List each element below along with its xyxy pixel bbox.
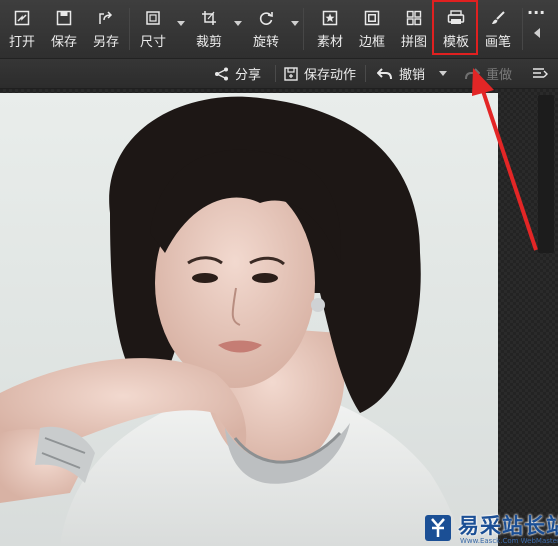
- brush-icon: [490, 9, 506, 27]
- rotate-label: 旋转: [252, 35, 279, 50]
- share-label: 分享: [235, 68, 262, 83]
- undo-label: 撤销: [399, 68, 426, 83]
- collage-button[interactable]: 拼图: [392, 0, 436, 58]
- watermark: 易采站长站 Www.Easck.Com WebMaster: [420, 510, 558, 546]
- rotate-icon: [258, 9, 274, 27]
- crop-dropdown-arrow[interactable]: [234, 21, 242, 26]
- star-icon: [322, 9, 338, 27]
- size-label: 尺寸: [139, 35, 166, 50]
- save-action-icon: [284, 66, 298, 81]
- watermark-subtext: Www.Easck.Com WebMaster: [460, 537, 558, 545]
- action-divider: [275, 65, 276, 82]
- save-as-button[interactable]: 另存: [84, 0, 128, 58]
- main-toolbar: 打开 保存 另存 尺寸 裁剪 旋转 素材 边框 拼图 模板 画笔 ···: [0, 0, 558, 59]
- save-icon: [56, 9, 72, 27]
- brush-button[interactable]: 画笔: [476, 0, 520, 58]
- share-button[interactable]: 分享: [214, 59, 261, 88]
- toolbar-divider: [522, 8, 523, 50]
- material-button[interactable]: 素材: [308, 0, 352, 58]
- more-menu-icon[interactable]: ···: [527, 3, 545, 22]
- watermark-text: 易采站长站: [458, 514, 558, 538]
- crop-icon: [201, 9, 217, 27]
- adjust-button[interactable]: [532, 59, 554, 88]
- open-label: 打开: [8, 35, 35, 50]
- resize-icon: [145, 9, 161, 27]
- save-action-button[interactable]: 保存动作: [284, 59, 356, 88]
- watermark-logo-icon: [425, 515, 451, 541]
- action-bar: 分享 保存动作 撤销 重做: [0, 59, 558, 89]
- list-adjust-icon: [532, 67, 548, 81]
- brush-label: 画笔: [484, 35, 511, 50]
- border-label: 边框: [358, 35, 385, 50]
- action-divider: [365, 65, 366, 82]
- save-button[interactable]: 保存: [42, 0, 86, 58]
- toolbar-divider: [303, 8, 304, 50]
- frame-icon: [364, 9, 380, 27]
- redo-button[interactable]: 重做: [464, 59, 512, 88]
- undo-button[interactable]: 撤销: [377, 59, 425, 88]
- toolbar-divider: [129, 8, 130, 50]
- material-label: 素材: [316, 35, 343, 50]
- collapse-arrow-icon[interactable]: [534, 28, 540, 38]
- share-icon: [214, 67, 229, 81]
- open-button[interactable]: 打开: [0, 0, 44, 58]
- redo-label: 重做: [486, 68, 513, 83]
- crop-label: 裁剪: [195, 35, 222, 50]
- save-as-label: 另存: [92, 35, 119, 50]
- border-button[interactable]: 边框: [350, 0, 394, 58]
- save-action-label: 保存动作: [304, 68, 357, 83]
- save-label: 保存: [50, 35, 77, 50]
- portrait-image: [0, 96, 462, 546]
- undo-icon: [377, 67, 393, 81]
- photo-canvas[interactable]: [0, 93, 498, 546]
- save-as-icon: [98, 9, 114, 27]
- size-dropdown-arrow[interactable]: [177, 21, 185, 26]
- collage-label: 拼图: [400, 35, 427, 50]
- rotate-dropdown-arrow[interactable]: [291, 21, 299, 26]
- open-icon: [14, 9, 30, 27]
- template-highlight-box: [432, 0, 478, 55]
- grid-icon: [406, 9, 422, 27]
- crop-button[interactable]: 裁剪: [187, 0, 231, 58]
- size-button[interactable]: 尺寸: [131, 0, 175, 58]
- undo-dropdown-arrow[interactable]: [439, 71, 447, 76]
- redo-icon: [464, 67, 480, 81]
- canvas-scrollbar[interactable]: [538, 95, 554, 253]
- rotate-button[interactable]: 旋转: [244, 0, 288, 58]
